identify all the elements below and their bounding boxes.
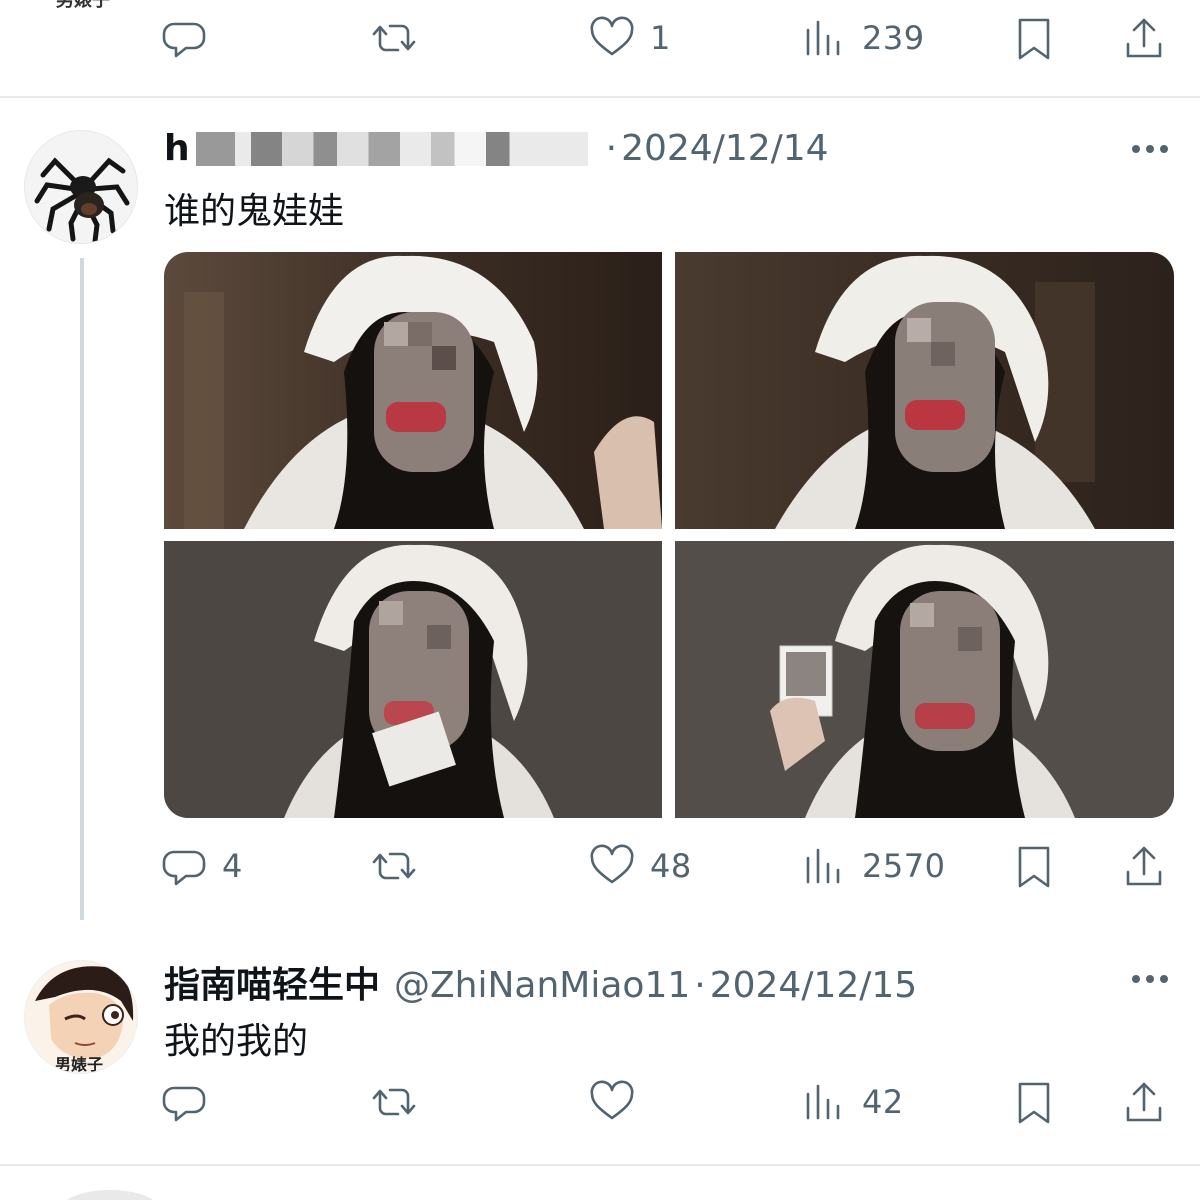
bookmark-button[interactable] — [1010, 836, 1058, 896]
bookmark-icon — [1018, 18, 1050, 60]
photo-2-image — [675, 252, 1174, 529]
tweet-text: 谁的鬼娃娃 — [164, 191, 345, 232]
more-icon[interactable] — [1130, 972, 1170, 986]
reply-button[interactable] — [160, 8, 222, 68]
more-icon[interactable] — [1130, 142, 1170, 156]
share-icon — [1126, 846, 1162, 886]
share-icon — [1126, 1082, 1162, 1122]
retweet-button[interactable] — [370, 8, 432, 68]
top-avatar-badge-partial: 男婊子 — [56, 0, 110, 11]
share-button[interactable] — [1120, 836, 1168, 896]
top-tweet-actions: 1 239 — [160, 8, 1180, 68]
reply-icon — [162, 22, 206, 58]
views-icon — [806, 20, 840, 56]
retweet-icon — [372, 1088, 416, 1116]
avatar-badge: 男婊子 — [55, 1055, 104, 1074]
photo-3-image — [164, 541, 662, 818]
spider-avatar-image — [34, 157, 130, 243]
views-button[interactable]: 42 — [800, 1072, 904, 1132]
author-row: h · 2024/12/14 — [164, 126, 829, 169]
separator-dot: · — [694, 965, 706, 1006]
reply-author-avatar[interactable]: 男婊子 — [24, 960, 138, 1074]
tweet-date[interactable]: 2024/12/14 — [621, 128, 829, 169]
retweet-button[interactable] — [370, 1072, 432, 1132]
divider — [0, 96, 1200, 98]
bookmark-button[interactable] — [1010, 1072, 1058, 1132]
views-icon — [806, 848, 840, 884]
photo-4[interactable] — [675, 541, 1174, 818]
retweet-icon — [372, 852, 416, 880]
share-button[interactable] — [1120, 8, 1168, 68]
reply-count: 4 — [222, 847, 243, 885]
photo-4-image — [675, 541, 1174, 818]
views-button[interactable]: 2570 — [800, 836, 945, 896]
reply-icon — [162, 1086, 206, 1122]
like-button[interactable]: 48 — [588, 836, 692, 896]
views-count: 42 — [862, 1083, 904, 1121]
reply-icon — [162, 850, 206, 886]
like-icon — [590, 844, 634, 884]
photo-2[interactable] — [675, 252, 1174, 529]
reply-text: 我的我的 — [164, 1021, 309, 1062]
bookmark-button[interactable] — [1010, 8, 1058, 68]
thread-line — [80, 258, 84, 920]
share-button[interactable] — [1120, 1072, 1168, 1132]
retweet-icon — [372, 24, 416, 52]
main-tweet-actions: 4 48 2570 — [160, 836, 1180, 896]
author-display-name[interactable]: h — [164, 128, 190, 169]
views-count: 239 — [862, 19, 925, 57]
like-count: 48 — [650, 847, 692, 885]
photo-1-image — [164, 252, 662, 529]
like-icon — [590, 16, 634, 56]
photo-1[interactable] — [164, 252, 662, 529]
media-grid — [164, 252, 1174, 818]
share-icon — [1126, 18, 1162, 58]
views-icon — [806, 1084, 840, 1120]
reply-button[interactable] — [160, 1072, 222, 1132]
reply-author-handle[interactable]: @ZhiNanMiao11 — [394, 965, 690, 1006]
photo-3[interactable] — [164, 541, 662, 818]
reply-tweet-actions: 42 — [160, 1072, 1180, 1132]
bookmark-icon — [1018, 1082, 1050, 1124]
reply-author-display-name[interactable]: 指南喵轻生中 — [164, 956, 380, 1008]
author-avatar[interactable] — [24, 130, 138, 244]
next-tweet-avatar-partial — [60, 1190, 160, 1200]
redacted-name-block — [195, 132, 588, 166]
reply-button[interactable]: 4 — [160, 836, 243, 896]
views-count: 2570 — [862, 847, 946, 885]
like-button[interactable] — [588, 1072, 650, 1132]
reply-date[interactable]: 2024/12/15 — [710, 965, 918, 1006]
like-count: 1 — [650, 19, 671, 57]
like-button[interactable]: 1 — [588, 8, 671, 68]
divider — [0, 1164, 1200, 1166]
separator-dot: · — [605, 128, 618, 169]
retweet-button[interactable] — [370, 836, 432, 896]
like-icon — [590, 1080, 634, 1120]
views-button[interactable]: 239 — [800, 8, 925, 68]
bookmark-icon — [1018, 846, 1050, 888]
reply-author-row: 指南喵轻生中 @ZhiNanMiao11 · 2024/12/15 — [164, 956, 917, 1008]
